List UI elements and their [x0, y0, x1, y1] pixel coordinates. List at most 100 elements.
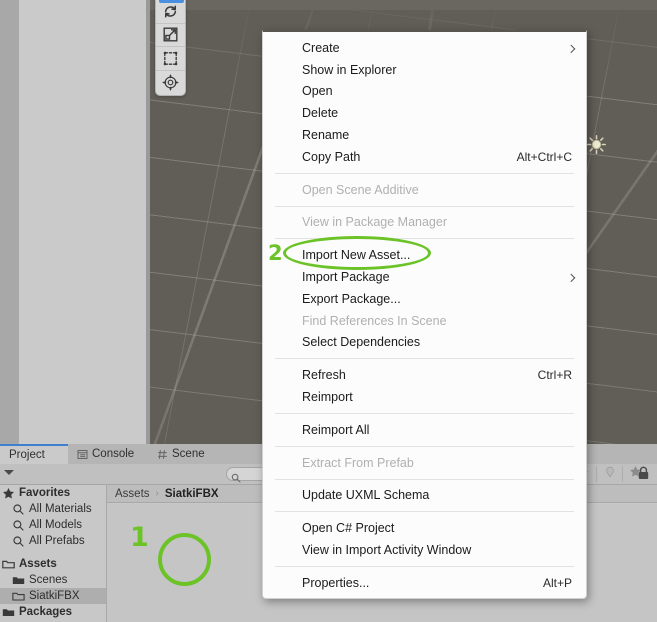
directional-light-gizmo[interactable]: [587, 135, 607, 155]
grid-icon: [157, 449, 168, 460]
menu-separator: [275, 172, 574, 174]
menu-separator: [275, 358, 574, 360]
menu-item-open[interactable]: Open: [263, 81, 586, 103]
menu-item-create[interactable]: Create: [263, 37, 586, 59]
menu-item-view-in-package-manager: View in Package Manager: [263, 212, 586, 234]
menu-item-label: Show in Explorer: [302, 62, 397, 77]
transform-tool-button[interactable]: [156, 71, 185, 95]
tree-item-label: SiatkiFBX: [29, 590, 80, 602]
menu-item-shortcut: Alt+Ctrl+C: [516, 149, 572, 164]
rect-tool-button[interactable]: [156, 47, 185, 71]
menu-item-label: Refresh: [302, 368, 346, 383]
menu-separator: [275, 565, 574, 567]
menu-item-label: Select Dependencies: [302, 335, 421, 350]
breadcrumb-separator-icon: ›: [155, 488, 159, 499]
menu-item-label: Reimport All: [302, 422, 370, 437]
filter-by-label-button[interactable]: [596, 466, 622, 482]
scale-tool-button[interactable]: [156, 24, 185, 47]
tool-palette-selection-bar: [159, 0, 184, 3]
project-tree-sidebar[interactable]: Favorites All Materials All Models All P…: [0, 485, 107, 622]
tab-console[interactable]: Console: [68, 444, 148, 464]
move-rotate-scale-icon: [162, 74, 179, 91]
menu-item-update-uxml-schema[interactable]: Update UXML Schema: [263, 485, 586, 507]
menu-separator: [275, 511, 574, 513]
tree-item-all-models[interactable]: All Models: [0, 517, 106, 533]
chevron-down-icon[interactable]: [4, 470, 14, 475]
annotation-marker-2: 2: [268, 241, 283, 265]
menu-item-label: Update UXML Schema: [302, 488, 430, 503]
folder-icon: [2, 606, 15, 619]
inspector-panel-background: [19, 0, 150, 444]
menu-item-find-references-in-scene: Find References In Scene: [263, 310, 586, 332]
menu-item-shortcut: Ctrl+R: [537, 368, 572, 383]
tree-item-siatkifbx[interactable]: SiatkiFBX: [0, 588, 106, 604]
menu-item-open-csharp-project[interactable]: Open C# Project: [263, 517, 586, 539]
scale-icon: [162, 26, 179, 43]
menu-item-label: View in Import Activity Window: [302, 543, 472, 558]
lock-icon[interactable]: [637, 466, 650, 485]
tab-console-label: Console: [92, 448, 135, 460]
menu-item-select-dependencies[interactable]: Select Dependencies: [263, 332, 586, 354]
menu-item-label: Open Scene Additive: [302, 182, 419, 197]
menu-separator: [275, 412, 574, 414]
menu-item-reimport[interactable]: Reimport: [263, 386, 586, 408]
menu-item-label: Open: [302, 84, 333, 99]
menu-item-shortcut: Alt+P: [542, 575, 572, 590]
tree-item-label: Scenes: [29, 574, 68, 586]
menu-item-extract-from-prefab: Extract From Prefab: [263, 452, 586, 474]
menu-item-label: Open C# Project: [302, 521, 395, 536]
tree-item-favorites[interactable]: Favorites: [0, 485, 106, 501]
menu-item-rename[interactable]: Rename: [263, 124, 586, 146]
menu-item-label: Extract From Prefab: [302, 455, 414, 470]
menu-item-label: Delete: [302, 106, 339, 121]
tree-item-label: Assets: [19, 558, 57, 570]
console-icon: [77, 449, 88, 460]
tree-item-all-materials[interactable]: All Materials: [0, 501, 106, 517]
annotation-circle-1: [158, 533, 211, 586]
menu-item-label: Find References In Scene: [302, 313, 447, 328]
menu-item-label: View in Package Manager: [302, 215, 447, 230]
tree-item-label: Packages: [19, 606, 73, 618]
menu-item-export-package[interactable]: Export Package...: [263, 288, 586, 310]
folder-open-icon: [2, 558, 15, 571]
menu-item-show-in-explorer[interactable]: Show in Explorer: [263, 59, 586, 81]
tree-item-assets[interactable]: Assets: [0, 556, 106, 572]
annotation-circle-2: [283, 236, 431, 270]
menu-item-properties[interactable]: Properties... Alt+P: [263, 572, 586, 594]
star-icon: [2, 487, 15, 500]
menu-item-refresh[interactable]: Refresh Ctrl+R: [263, 364, 586, 386]
project-context-menu[interactable]: Create Show in Explorer Open Delete Rena…: [262, 30, 587, 599]
rotate-tool-button[interactable]: [156, 0, 185, 24]
menu-item-copy-path[interactable]: Copy Path Alt+Ctrl+C: [263, 146, 586, 168]
annotation-marker-1: 1: [130, 522, 149, 553]
search-icon: [12, 535, 25, 548]
tree-item-scenes[interactable]: Scenes: [0, 572, 106, 588]
menu-item-delete[interactable]: Delete: [263, 102, 586, 124]
tree-item-label: Favorites: [19, 487, 71, 499]
tree-item-all-prefabs[interactable]: All Prefabs: [0, 533, 106, 549]
search-icon: [12, 519, 25, 532]
search-icon: [12, 503, 25, 516]
tab-scene[interactable]: Scene: [148, 444, 224, 464]
menu-item-view-in-import-activity-window[interactable]: View in Import Activity Window: [263, 539, 586, 561]
menu-item-label: Properties...: [302, 575, 370, 590]
menu-item-label: Create: [302, 40, 340, 55]
menu-item-label: Reimport: [302, 390, 353, 405]
tab-project[interactable]: Project: [0, 444, 68, 464]
breadcrumb-current: SiatkiFBX: [164, 487, 219, 500]
scene-view-tool-palette[interactable]: [155, 0, 186, 96]
breadcrumb-root[interactable]: Assets: [115, 488, 150, 500]
tree-item-packages[interactable]: Packages: [0, 604, 106, 620]
tree-item-label: All Models: [29, 519, 83, 531]
unity-editor-screenshot: Project Console Scene Favorites All Mate…: [0, 0, 657, 622]
menu-item-import-package[interactable]: Import Package: [263, 266, 586, 288]
rotate-icon: [162, 3, 179, 20]
menu-separator: [275, 205, 574, 207]
menu-item-reimport-all[interactable]: Reimport All: [263, 419, 586, 441]
rect-transform-icon: [162, 50, 179, 67]
menu-item-open-scene-additive: Open Scene Additive: [263, 179, 586, 201]
tab-scene-label: Scene: [172, 448, 205, 460]
editor-left-edge-strip: [0, 0, 19, 444]
folder-icon: [12, 574, 25, 587]
